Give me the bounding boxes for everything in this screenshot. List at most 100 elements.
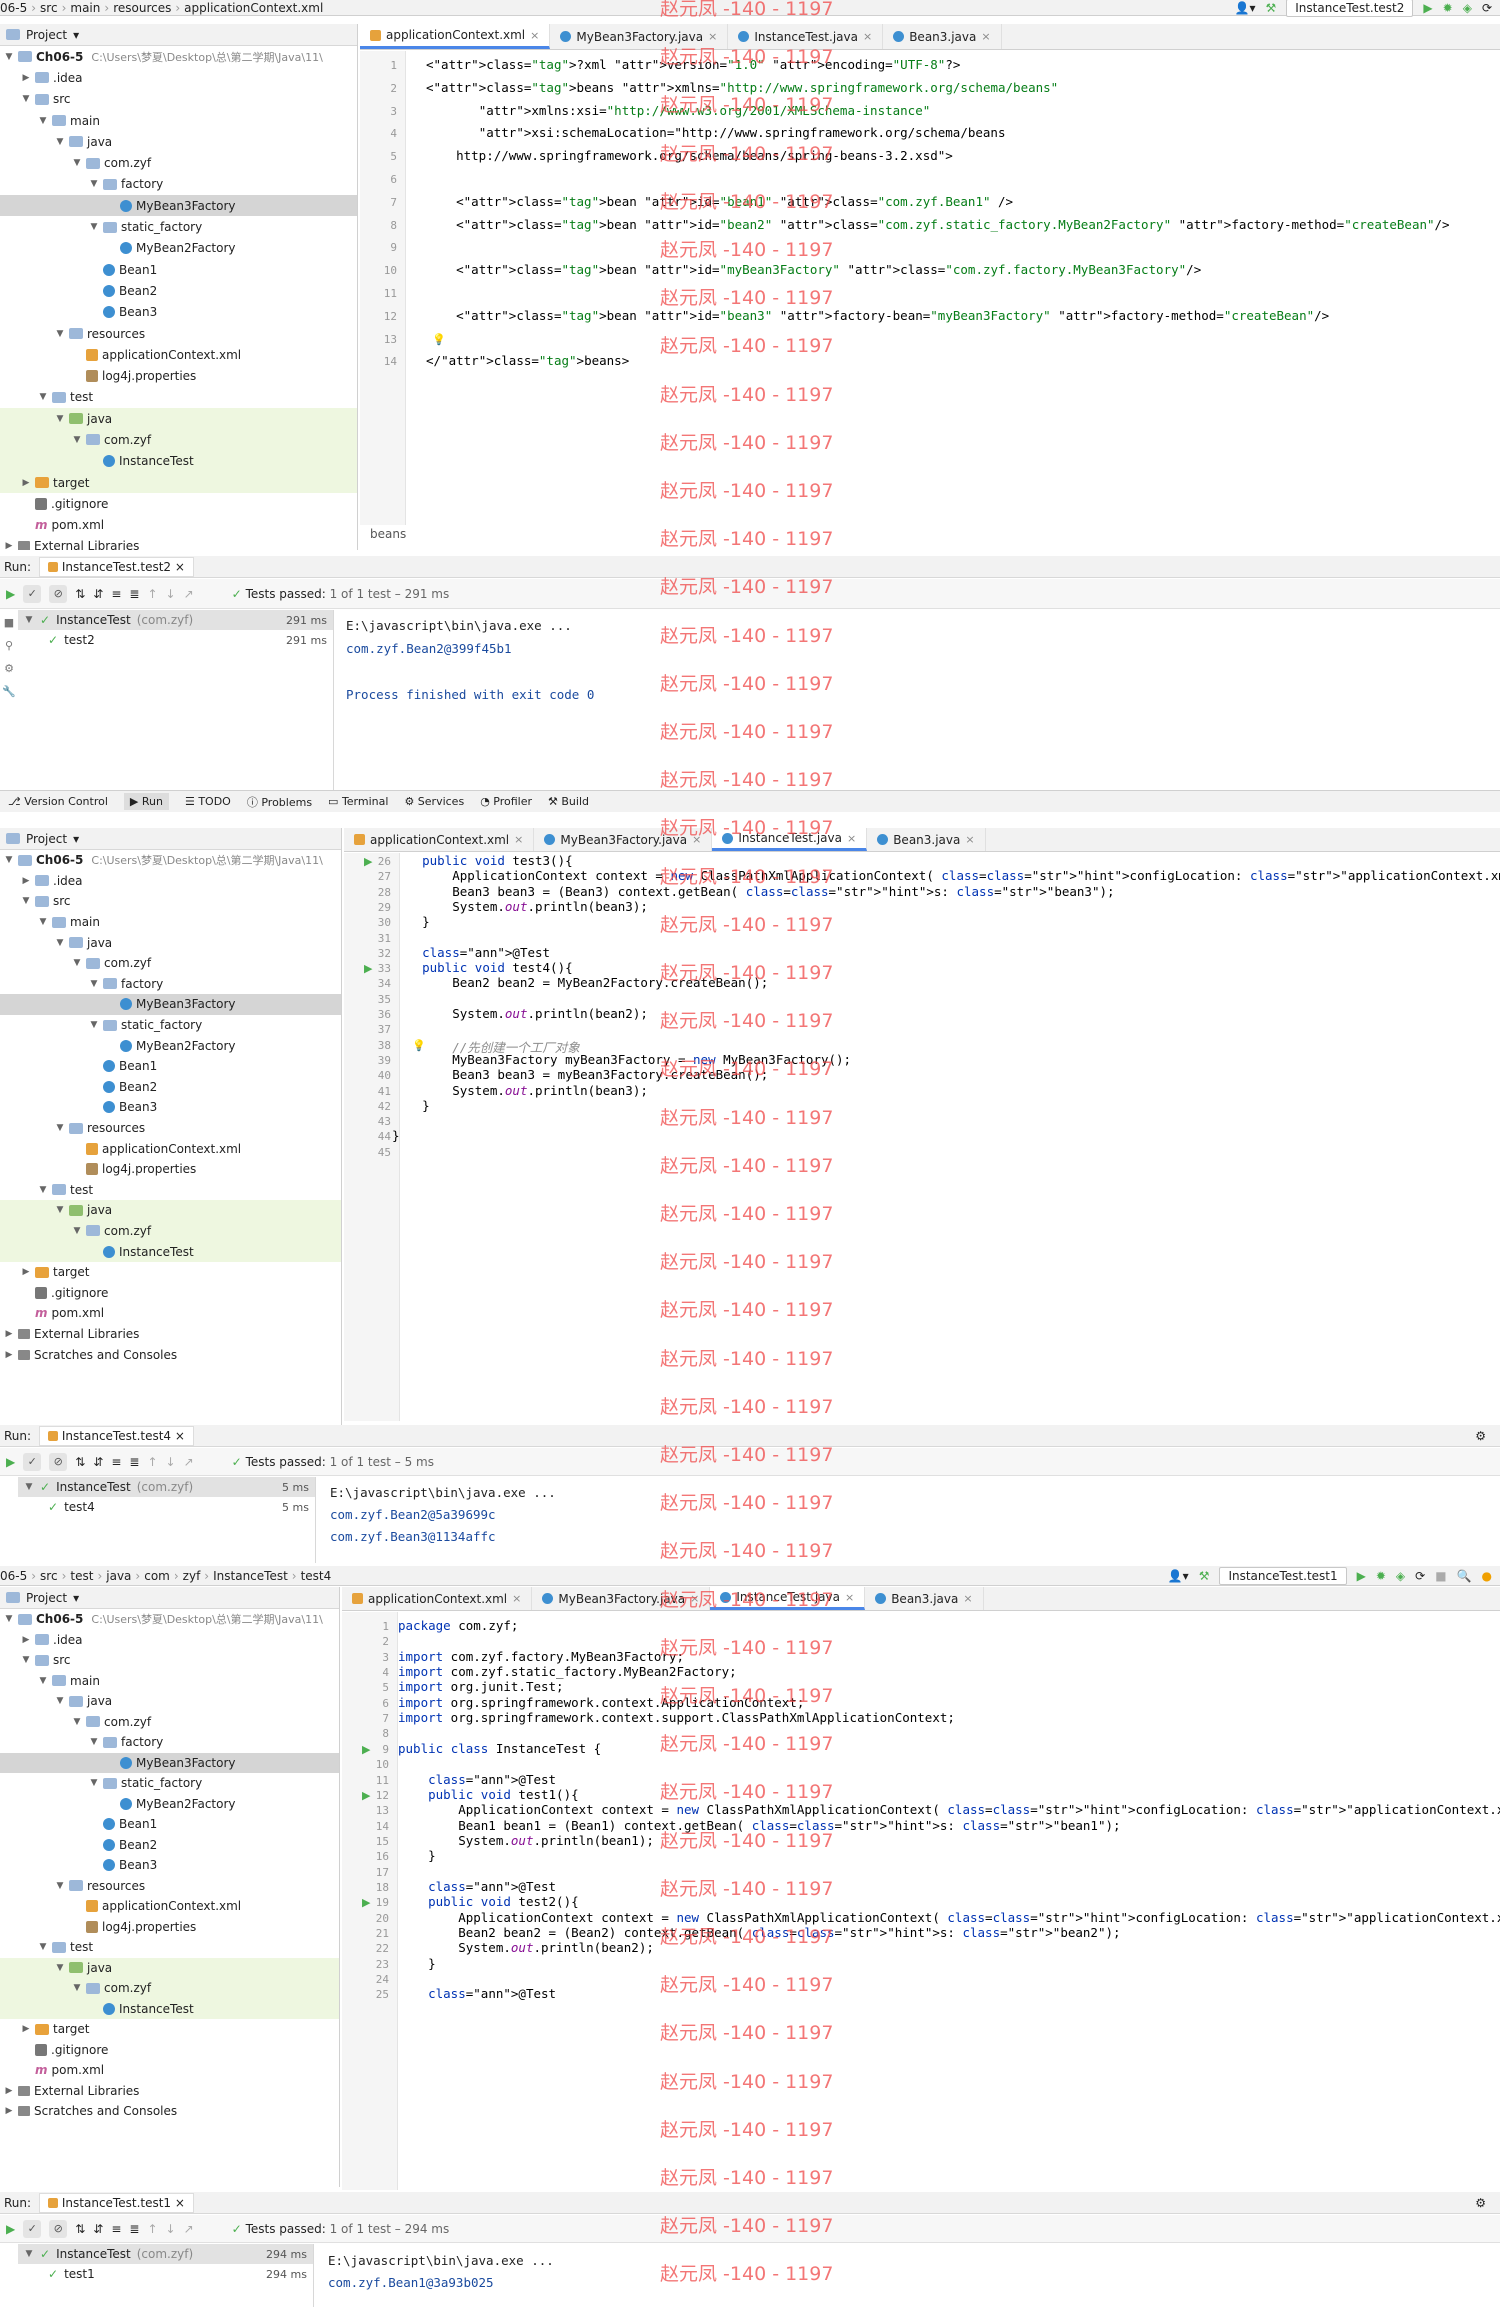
breadcrumb-item[interactable]: src	[40, 1569, 58, 1583]
lightbulb-icon[interactable]: 💡	[412, 1039, 426, 1052]
show-ignored-icon[interactable]: ⊘	[49, 584, 68, 603]
tree-item[interactable]: applicationContext.xml	[0, 1138, 341, 1159]
run-gutter-icon[interactable]: ▶	[364, 855, 372, 868]
close-icon[interactable]: ×	[708, 30, 717, 43]
chevron-down-icon[interactable]: ▼	[24, 615, 34, 625]
tree-item[interactable]: MyBean3Factory	[0, 994, 341, 1015]
tree-item[interactable]: ▼ Ch06-5 C:\Users\梦夏\Desktop\总\第二学期\Java\1…	[0, 1609, 339, 1630]
sort-duration-icon[interactable]: ⇵	[93, 587, 103, 601]
chevron-down-icon[interactable]: ▼	[55, 1205, 65, 1215]
chevron-down-icon[interactable]: ▼	[89, 179, 99, 189]
tree-item[interactable]: ▼ main	[0, 912, 341, 933]
coverage-icon[interactable]: ◈	[1396, 1569, 1405, 1583]
tool-window-tab[interactable]: ◔ Profiler	[480, 795, 532, 808]
editor-tab[interactable]: Bean3.java ×	[865, 1587, 984, 1610]
breadcrumb-item[interactable]: 06-5	[0, 1569, 27, 1583]
chevron-down-icon[interactable]: ▼	[55, 414, 65, 424]
tree-item[interactable]: ▼ test	[0, 1937, 339, 1958]
stop-icon[interactable]: ■	[1435, 1569, 1446, 1583]
chevron-down-icon[interactable]: ▼	[89, 1020, 99, 1030]
chevron-down-icon[interactable]: ▼	[55, 1696, 65, 1706]
chevron-down-icon[interactable]: ▼	[72, 435, 82, 445]
tree-item[interactable]: ▼ Ch06-5 C:\Users\梦夏\Desktop\总\第二学期\Java\1…	[0, 850, 341, 871]
lightbulb-icon[interactable]: 💡	[432, 333, 446, 346]
code-editor[interactable]: 26 27 28 29 30 31 32 33 34 35 36 37 38 39 40 41 42 43 44 45…	[344, 853, 1500, 1421]
close-icon[interactable]: ×	[847, 832, 856, 845]
tree-item[interactable]: log4j.properties	[0, 1917, 339, 1938]
tree-item[interactable]: ▶ .idea	[0, 67, 357, 88]
next-failed-icon[interactable]: ↓	[166, 2222, 176, 2236]
chevron-down-icon[interactable]: ▼	[4, 1614, 14, 1624]
collapse-all-icon[interactable]: ≣	[129, 2222, 139, 2236]
tree-item[interactable]: ▼ com.zyf	[0, 429, 357, 451]
chevron-right-icon[interactable]: ▶	[21, 2024, 31, 2034]
editor-tab[interactable]: Bean3.java ×	[883, 24, 1002, 49]
tool-window-tab[interactable]: ⚒ Build	[548, 795, 589, 808]
chevron-right-icon[interactable]: ▶	[4, 1350, 14, 1360]
console-output[interactable]: E:\javascript\bin\java.exe ... com.zyf.Be…	[330, 1482, 556, 1548]
chevron-down-icon[interactable]: ▼	[38, 1942, 48, 1952]
tree-item[interactable]: ▼ com.zyf	[0, 1712, 339, 1733]
tree-item[interactable]: ▼ com.zyf	[0, 1220, 341, 1242]
build-hammer-icon[interactable]: ⚒	[1265, 1, 1276, 15]
close-icon[interactable]: ×	[175, 560, 185, 574]
tree-item[interactable]: ▼ main	[0, 110, 357, 131]
expand-all-icon[interactable]: ≡	[111, 587, 121, 601]
chevron-down-icon[interactable]: ▼	[89, 979, 99, 989]
chevron-down-icon[interactable]: ▼	[89, 1737, 99, 1747]
expand-all-icon[interactable]: ≡	[111, 1455, 121, 1469]
chevron-down-icon[interactable]: ▼	[4, 52, 14, 62]
tree-item[interactable]: ▼ java	[0, 408, 357, 430]
run-config-select[interactable]: InstanceTest.test2	[1286, 0, 1414, 17]
chevron-down-icon[interactable]: ▼	[72, 1717, 82, 1727]
close-icon[interactable]: ×	[981, 30, 990, 43]
tree-item[interactable]: ▼ src	[0, 891, 341, 912]
tree-item[interactable]: ▼ java	[0, 131, 357, 152]
chevron-down-icon[interactable]: ▾	[73, 28, 79, 42]
chevron-down-icon[interactable]: ▼	[21, 94, 31, 104]
project-label[interactable]: Project	[26, 832, 67, 846]
breadcrumb-item[interactable]: test4	[301, 1569, 332, 1583]
run-gutter-icon[interactable]: ▶	[362, 1789, 370, 1802]
tree-item[interactable]: ▼ com.zyf	[0, 953, 341, 974]
close-icon[interactable]: ×	[512, 1592, 521, 1605]
search-icon[interactable]: 🔍	[1457, 1569, 1472, 1583]
project-label[interactable]: Project	[26, 28, 67, 42]
chevron-right-icon[interactable]: ▶	[21, 478, 31, 488]
chevron-right-icon[interactable]: ▶	[4, 1329, 14, 1339]
profile-icon[interactable]: ⟳	[1415, 1569, 1425, 1583]
tree-item[interactable]: ▶ External Libraries	[0, 1324, 341, 1345]
tool-window-tab[interactable]: ⚙ Services	[404, 795, 464, 808]
tree-item[interactable]: applicationContext.xml	[0, 1896, 339, 1917]
tree-item[interactable]: InstanceTest	[0, 1241, 341, 1262]
tree-item[interactable]: MyBean3Factory	[0, 195, 357, 217]
build-hammer-icon[interactable]: ⚒	[1199, 1569, 1210, 1583]
editor-tab[interactable]: Bean3.java ×	[867, 828, 986, 851]
tree-item[interactable]: ▶ Scratches and Consoles	[0, 1344, 341, 1365]
tree-item[interactable]: ▼ com.zyf	[0, 1978, 339, 1999]
chevron-down-icon[interactable]: ▼	[38, 1676, 48, 1686]
tree-item[interactable]: Bean1	[0, 1814, 339, 1835]
editor-tab[interactable]: applicationContext.xml ×	[342, 1587, 533, 1610]
chevron-down-icon[interactable]: ▼	[38, 392, 48, 402]
tree-item[interactable]: log4j.properties	[0, 1159, 341, 1180]
editor-tab[interactable]: applicationContext.xml ×	[344, 828, 535, 851]
tree-item[interactable]: ▶ External Libraries	[0, 536, 357, 550]
tree-item[interactable]: MyBean2Factory	[0, 1035, 341, 1056]
tree-item[interactable]: m pom.xml	[0, 515, 357, 536]
tree-item[interactable]: Bean2	[0, 280, 357, 301]
test-result-row[interactable]: ▼ ✓ InstanceTest (com.zyf) 294 ms	[18, 2244, 313, 2264]
tree-item[interactable]: ▶ Scratches and Consoles	[0, 2101, 339, 2122]
chevron-down-icon[interactable]: ▼	[55, 1123, 65, 1133]
wrench-icon[interactable]: 🔧	[2, 685, 16, 698]
debug-icon[interactable]: ✹	[1443, 1, 1453, 15]
breadcrumb-item[interactable]: zyf	[183, 1569, 201, 1583]
user-icon[interactable]: 👤▾	[1168, 1569, 1189, 1583]
chevron-right-icon[interactable]: ▶	[4, 541, 14, 550]
tool-window-tab[interactable]: ⎇ Version Control	[8, 795, 108, 808]
tree-item[interactable]: Bean3	[0, 1855, 339, 1876]
stop-icon[interactable]: ■	[4, 616, 14, 629]
chevron-down-icon[interactable]: ▾	[73, 1591, 79, 1605]
console-output[interactable]: E:\javascript\bin\java.exe ... com.zyf.Be…	[346, 614, 594, 706]
chevron-down-icon[interactable]: ▼	[55, 329, 65, 339]
